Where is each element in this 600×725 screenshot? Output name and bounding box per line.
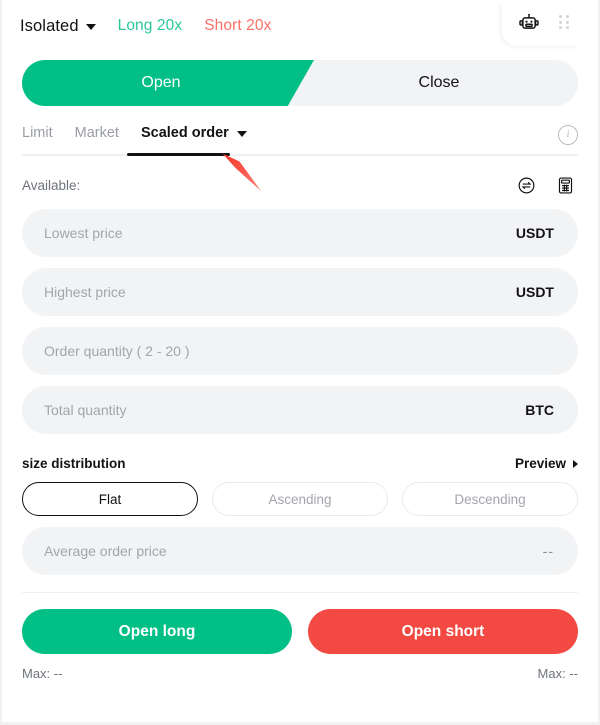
margin-mode-label: Isolated	[20, 16, 79, 35]
grid-dots-icon[interactable]	[552, 10, 578, 36]
order-type-tabs: Limit Market Scaled order i	[22, 125, 578, 159]
average-order-price-field: Average order price --	[22, 527, 578, 575]
long-leverage-button[interactable]: Long 20x	[118, 17, 183, 35]
chevron-down-icon	[236, 131, 247, 137]
open-long-button[interactable]: Open long	[22, 609, 292, 654]
tab-scaled-order-label: Scaled order	[140, 125, 229, 141]
distribution-option-flat[interactable]: Flat	[22, 482, 198, 516]
total-quantity-field[interactable]: Total quantity BTC	[22, 386, 578, 434]
open-short-button[interactable]: Open short	[308, 609, 578, 654]
order-type-underline-track	[22, 154, 578, 156]
highest-price-field[interactable]: Highest price USDT	[22, 268, 578, 316]
chevron-right-icon	[573, 459, 578, 468]
highest-price-placeholder: Highest price	[44, 284, 126, 300]
lowest-price-placeholder: Lowest price	[44, 225, 123, 241]
size-distribution-title: size distribution	[22, 456, 126, 471]
transfer-circle-icon[interactable]	[513, 172, 539, 198]
distribution-option-descending[interactable]: Descending	[402, 482, 578, 516]
order-type-active-underline	[127, 153, 230, 156]
trade-panel: Isolated Long 20x Short 20x Open Close L…	[0, 0, 600, 725]
max-row: Max: -- Max: --	[22, 666, 578, 681]
lowest-price-unit: USDT	[515, 225, 554, 241]
tab-limit[interactable]: Limit	[22, 125, 53, 149]
size-distribution-options: Flat Ascending Descending	[22, 482, 578, 516]
tab-market[interactable]: Market	[75, 125, 119, 149]
side-tabs: Open Close	[22, 60, 578, 106]
chevron-down-icon	[85, 24, 96, 30]
tab-close[interactable]: Close	[300, 60, 578, 106]
average-order-price-label: Average order price	[44, 543, 167, 559]
preview-button[interactable]: Preview	[515, 456, 578, 471]
highest-price-unit: USDT	[515, 284, 554, 300]
order-quantity-field[interactable]: Order quantity ( 2 - 20 )	[22, 327, 578, 375]
distribution-option-ascending[interactable]: Ascending	[212, 482, 388, 516]
size-distribution-header: size distribution Preview	[22, 456, 578, 471]
margin-mode-selector[interactable]: Isolated	[20, 17, 96, 36]
top-bar: Isolated Long 20x Short 20x	[2, 0, 598, 52]
info-circle-icon[interactable]: i	[558, 125, 578, 145]
action-buttons: Open long Open short	[22, 609, 578, 654]
preview-label: Preview	[514, 456, 566, 471]
available-row: Available:	[22, 173, 578, 197]
tab-scaled-order[interactable]: Scaled order	[141, 125, 247, 149]
tab-open[interactable]: Open	[22, 60, 300, 106]
section-divider	[22, 592, 578, 593]
calculator-icon[interactable]	[552, 172, 578, 198]
top-bar-actions	[502, 0, 584, 46]
average-order-price-value: --	[542, 543, 554, 559]
lowest-price-field[interactable]: Lowest price USDT	[22, 209, 578, 257]
max-short-label: Max: --	[537, 666, 578, 681]
max-long-label: Max: --	[22, 666, 63, 681]
short-leverage-button[interactable]: Short 20x	[204, 17, 271, 35]
order-quantity-placeholder: Order quantity ( 2 - 20 )	[44, 343, 190, 359]
total-quantity-unit: BTC	[525, 402, 554, 418]
robot-icon[interactable]	[516, 10, 542, 36]
available-label: Available:	[22, 177, 81, 193]
total-quantity-placeholder: Total quantity	[44, 402, 127, 418]
